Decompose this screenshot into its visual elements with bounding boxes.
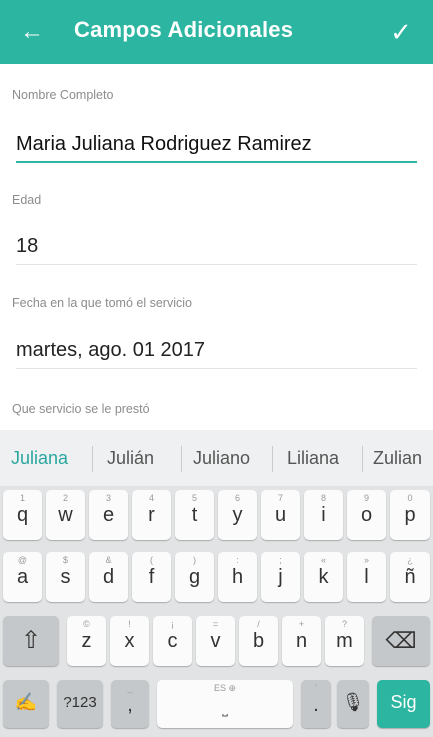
fecha-label: Fecha en la que tomó el servicio bbox=[12, 296, 192, 310]
key-f[interactable]: (f bbox=[132, 552, 171, 602]
app-bar: ← Campos Adicionales ✓ bbox=[0, 0, 433, 64]
key-l[interactable]: » l bbox=[347, 552, 386, 602]
key-y[interactable]: 6y bbox=[218, 490, 257, 540]
key-p[interactable]: 0p bbox=[390, 490, 430, 540]
period-key[interactable]: ' . bbox=[301, 680, 331, 728]
shift-icon: ⇧ bbox=[20, 627, 42, 654]
key-x[interactable]: ! x bbox=[110, 616, 149, 666]
key-t[interactable]: 5t bbox=[175, 490, 214, 540]
arrow-left-icon[interactable]: ← bbox=[20, 16, 48, 48]
key-r[interactable]: 4r bbox=[132, 490, 171, 540]
key-a[interactable]: @ a bbox=[3, 552, 42, 602]
servicio-label: Que servicio se le prestó bbox=[12, 402, 150, 416]
key-q[interactable]: 1q bbox=[3, 490, 42, 540]
key-d[interactable]: & d bbox=[89, 552, 128, 602]
key-n[interactable]: + n bbox=[282, 616, 321, 666]
key-z[interactable]: © z bbox=[67, 616, 106, 666]
edad-field[interactable]: 18 bbox=[16, 227, 417, 265]
suggestion-divider bbox=[272, 446, 273, 472]
edad-label: Edad bbox=[12, 193, 42, 207]
soft-keyboard: Juliana Julián Juliano Liliana Zulian 1q… bbox=[0, 430, 433, 737]
comma-key[interactable]: _ , bbox=[111, 680, 149, 728]
fecha-field[interactable]: martes, ago. 01 2017 bbox=[16, 331, 417, 369]
page-title: Campos Adicionales bbox=[74, 17, 294, 42]
key-h[interactable]: :h bbox=[218, 552, 257, 602]
suggestion-divider bbox=[362, 446, 363, 472]
suggestion-2[interactable]: Julián bbox=[107, 440, 154, 476]
key-n-tilde[interactable]: ¿ ñ bbox=[390, 552, 430, 602]
key-k[interactable]: «k bbox=[304, 552, 343, 602]
key-o[interactable]: 9o bbox=[347, 490, 386, 540]
suggestion-4[interactable]: Liliana bbox=[287, 440, 339, 476]
microphone-icon: 🎙 bbox=[341, 692, 365, 712]
key-u[interactable]: 7u bbox=[261, 490, 300, 540]
suggestion-3[interactable]: Juliano bbox=[193, 440, 250, 476]
suggestion-1[interactable]: Juliana bbox=[11, 440, 68, 476]
key-i[interactable]: 8i bbox=[304, 490, 343, 540]
key-w[interactable]: 2w bbox=[46, 490, 85, 540]
key-s[interactable]: $ s bbox=[46, 552, 85, 602]
numbers-key[interactable]: ?123 bbox=[57, 680, 103, 728]
backspace-key[interactable]: ⌫ bbox=[372, 616, 430, 666]
handwriting-icon: ✍ bbox=[14, 692, 38, 712]
suggestion-strip: Juliana Julián Juliano Liliana Zulian bbox=[0, 430, 433, 486]
key-area: 1q 2w 3e 4r 5t 6y 7u 8i 9o 0p @ a $ s & d (… bbox=[0, 486, 433, 737]
handwriting-key[interactable]: ✍ bbox=[3, 680, 49, 728]
mic-key[interactable]: 🎙 bbox=[337, 680, 369, 728]
key-j[interactable]: ; j bbox=[261, 552, 300, 602]
form: Nombre Completo Maria Juliana Rodriguez … bbox=[0, 64, 433, 430]
key-g[interactable]: ) g bbox=[175, 552, 214, 602]
check-icon[interactable]: ✓ bbox=[385, 14, 417, 50]
backspace-icon: ⌫ bbox=[385, 628, 417, 653]
suggestion-divider bbox=[92, 446, 93, 472]
key-e[interactable]: 3e bbox=[89, 490, 128, 540]
shift-key[interactable]: ⇧ bbox=[3, 616, 59, 666]
key-c[interactable]: ¡ c bbox=[153, 616, 192, 666]
suggestion-divider bbox=[181, 446, 182, 472]
nombre-label: Nombre Completo bbox=[12, 88, 114, 102]
key-m[interactable]: ? m bbox=[325, 616, 364, 666]
suggestion-5[interactable]: Zulian bbox=[373, 440, 422, 476]
key-b[interactable]: / b bbox=[239, 616, 278, 666]
enter-key[interactable]: Sig bbox=[377, 680, 430, 728]
key-v[interactable]: = v bbox=[196, 616, 235, 666]
space-key[interactable]: ES ⊕ ⎵ bbox=[157, 680, 293, 728]
nombre-field[interactable]: Maria Juliana Rodriguez Ramirez bbox=[16, 125, 417, 163]
